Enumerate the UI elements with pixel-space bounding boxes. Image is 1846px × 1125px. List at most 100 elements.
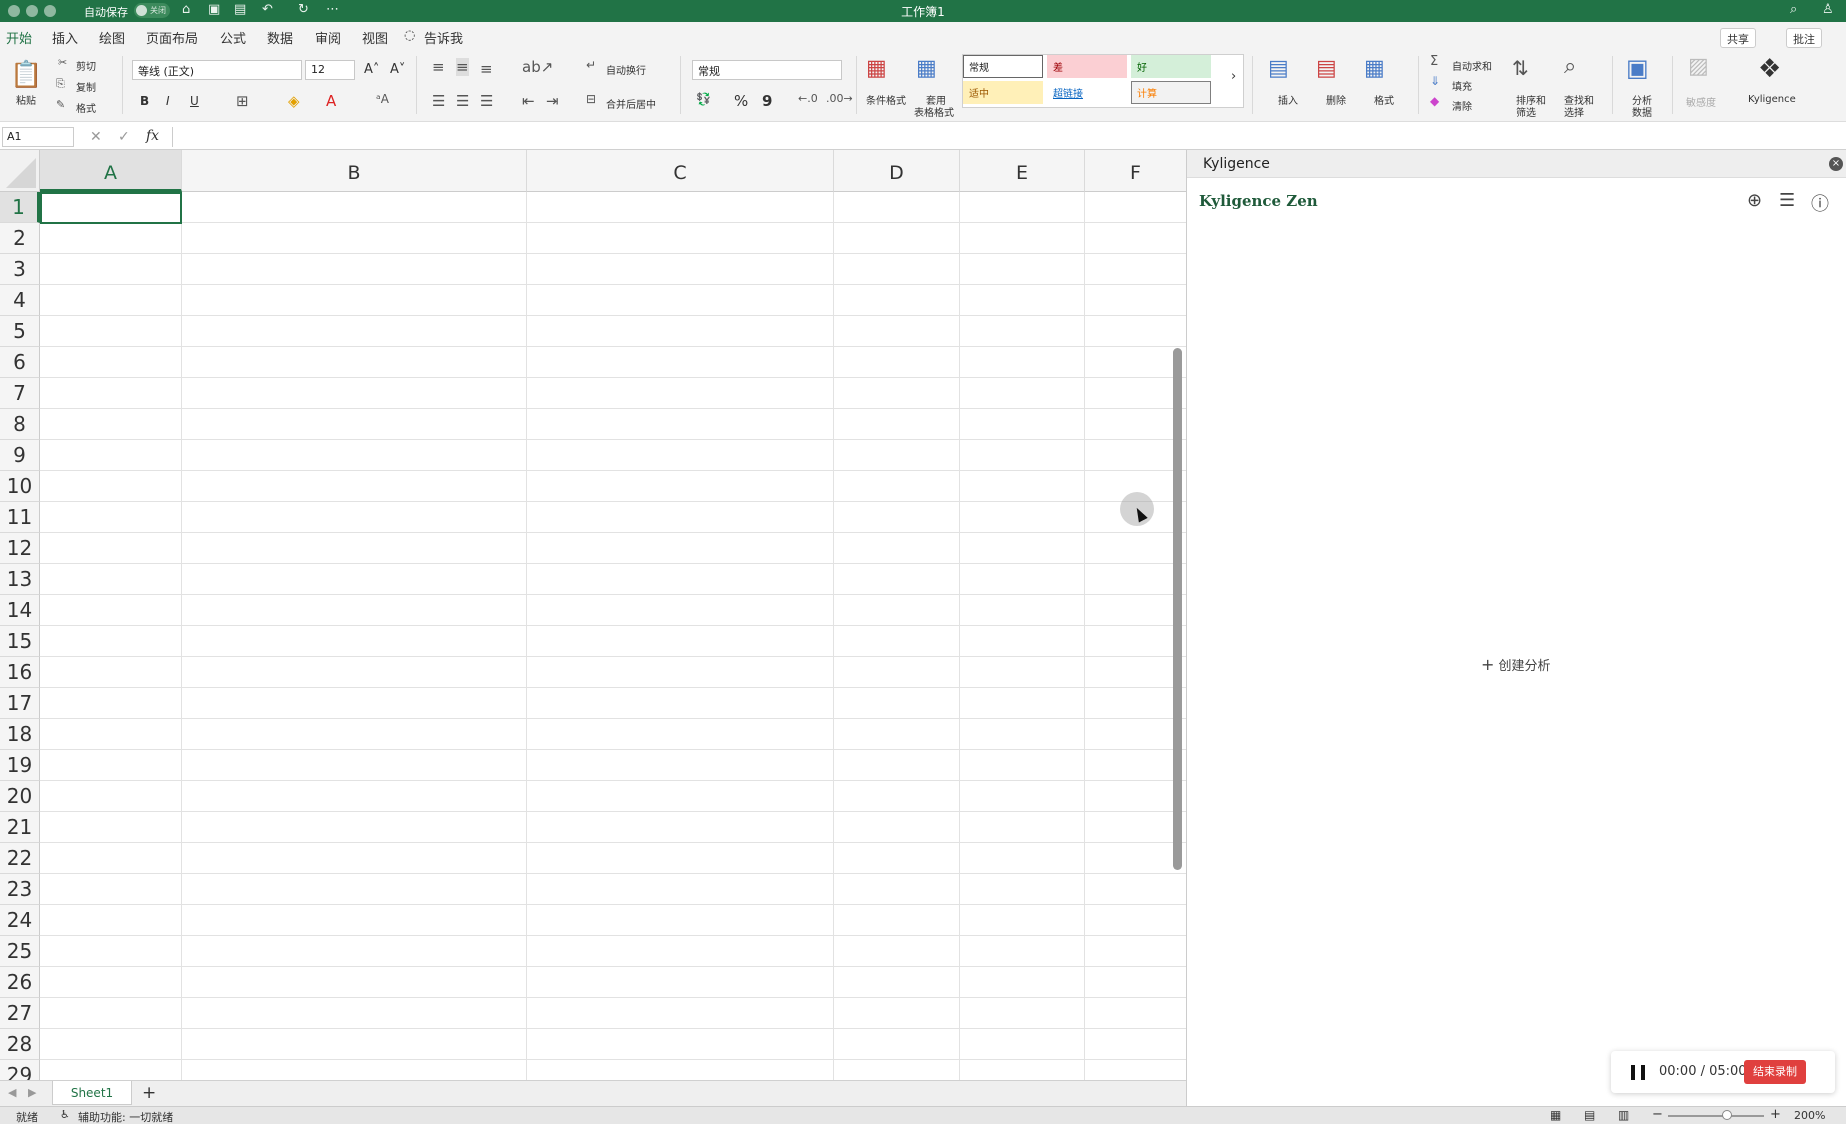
row-header-11[interactable]: 11 xyxy=(0,502,40,533)
autosum-button[interactable]: 自动求和 xyxy=(1452,58,1492,73)
page-layout-view-icon[interactable]: ▤ xyxy=(1584,1108,1595,1122)
prev-sheet-icon[interactable]: ◀ xyxy=(8,1086,16,1099)
tab-insert[interactable]: 插入 xyxy=(52,28,78,47)
settings-sliders-icon[interactable]: ☰ xyxy=(1779,190,1795,211)
gallery-more-icon[interactable]: › xyxy=(1231,69,1236,84)
account-icon[interactable]: ♙ xyxy=(1822,2,1834,17)
row-header-1[interactable]: 1 xyxy=(0,192,40,223)
sensitivity-button[interactable]: 敏感度 xyxy=(1686,94,1716,109)
row-header-12[interactable]: 12 xyxy=(0,533,40,564)
select-all-button[interactable] xyxy=(0,150,40,192)
find-select-button-line2[interactable]: 选择 xyxy=(1564,104,1584,119)
name-box[interactable]: A1 xyxy=(2,127,74,147)
row-header-22[interactable]: 22 xyxy=(0,843,40,874)
increase-indent-icon[interactable]: ⇥ xyxy=(546,92,559,110)
align-top-icon[interactable]: ≡ xyxy=(432,58,445,76)
zoom-out-icon[interactable]: − xyxy=(1652,1107,1663,1122)
row-header-6[interactable]: 6 xyxy=(0,347,40,378)
row-header-24[interactable]: 24 xyxy=(0,905,40,936)
percent-button[interactable]: % xyxy=(734,92,748,110)
row-header-9[interactable]: 9 xyxy=(0,440,40,471)
row-header-10[interactable]: 10 xyxy=(0,471,40,502)
fill-color-icon[interactable]: ◈ xyxy=(288,92,300,110)
tab-data[interactable]: 数据 xyxy=(267,28,293,47)
style-hyperlink[interactable]: 超链接 xyxy=(1047,81,1127,104)
comments-button[interactable]: 批注 xyxy=(1786,28,1822,48)
share-button[interactable]: 共享 xyxy=(1720,28,1756,48)
info-icon[interactable]: ⓘ xyxy=(1811,190,1829,216)
style-bad[interactable]: 差 xyxy=(1047,55,1127,78)
increase-font-icon[interactable]: A˄ xyxy=(364,62,379,77)
row-header-18[interactable]: 18 xyxy=(0,719,40,750)
merge-center-button[interactable]: 合并后居中 xyxy=(606,96,656,111)
next-sheet-icon[interactable]: ▶ xyxy=(28,1086,36,1099)
vertical-scrollbar[interactable] xyxy=(1173,348,1182,870)
row-header-5[interactable]: 5 xyxy=(0,316,40,347)
row-header-7[interactable]: 7 xyxy=(0,378,40,409)
underline-button[interactable]: U xyxy=(190,94,199,108)
tab-page-layout[interactable]: 页面布局 xyxy=(146,28,198,47)
fill-button[interactable]: 填充 xyxy=(1452,78,1472,93)
tell-me-search[interactable]: 告诉我 xyxy=(424,28,463,47)
align-center-icon[interactable]: ☰ xyxy=(456,92,469,110)
cut-button[interactable]: 剪切 xyxy=(76,58,96,73)
copy-button[interactable]: 复制 xyxy=(76,79,96,94)
insert-function-button[interactable]: fx xyxy=(146,128,159,144)
analyze-data-button-line2[interactable]: 数据 xyxy=(1632,104,1652,119)
decrease-indent-icon[interactable]: ⇤ xyxy=(522,92,535,110)
kyligence-ribbon-button[interactable]: Kyligence xyxy=(1748,94,1796,105)
row-header-15[interactable]: 15 xyxy=(0,626,40,657)
row-header-21[interactable]: 21 xyxy=(0,812,40,843)
row-header-26[interactable]: 26 xyxy=(0,967,40,998)
font-size-select[interactable]: 12 xyxy=(305,60,355,80)
column-header-f[interactable]: F xyxy=(1085,150,1186,192)
add-sheet-button[interactable]: + xyxy=(142,1083,156,1103)
page-break-view-icon[interactable]: ▥ xyxy=(1618,1108,1629,1122)
column-header-b[interactable]: B xyxy=(182,150,527,192)
row-header-20[interactable]: 20 xyxy=(0,781,40,812)
cancel-icon[interactable]: ✕ xyxy=(90,129,102,145)
phonetic-icon[interactable]: ᵃA xyxy=(376,92,389,106)
row-header-28[interactable]: 28 xyxy=(0,1029,40,1060)
search-icon[interactable]: ⌕ xyxy=(1790,2,1797,17)
accessibility-status[interactable]: 辅助功能: 一切就绪 xyxy=(78,1109,173,1125)
table-format-button-line2[interactable]: 表格格式 xyxy=(914,104,954,119)
tab-draw[interactable]: 绘图 xyxy=(99,28,125,47)
currency-icon[interactable]: 💱 xyxy=(696,92,711,106)
pause-icon[interactable] xyxy=(1631,1065,1645,1080)
bold-button[interactable]: B xyxy=(140,94,149,108)
decrease-decimal-icon[interactable]: .00→ xyxy=(826,92,853,105)
style-good[interactable]: 好 xyxy=(1131,55,1211,78)
tab-formulas[interactable]: 公式 xyxy=(220,28,246,47)
row-header-2[interactable]: 2 xyxy=(0,223,40,254)
style-neutral[interactable]: 适中 xyxy=(963,81,1043,104)
delete-cells-button[interactable]: 删除 xyxy=(1326,92,1346,107)
wrap-text-button[interactable]: 自动换行 xyxy=(606,62,646,77)
tab-view[interactable]: 视图 xyxy=(362,28,388,47)
row-header-17[interactable]: 17 xyxy=(0,688,40,719)
italic-button[interactable]: I xyxy=(166,94,170,108)
spreadsheet-grid[interactable]: ABCDEF 1 2 3 4 5 6 7 8 9 10 11 12 13 14 15 16 17 18 19 20 21… xyxy=(0,150,1186,1080)
number-format-select[interactable]: 常规 xyxy=(692,60,842,80)
zoom-slider[interactable] xyxy=(1668,1115,1764,1117)
row-header-14[interactable]: 14 xyxy=(0,595,40,626)
align-left-icon[interactable]: ☰ xyxy=(432,92,445,110)
font-name-select[interactable]: 等线 (正文) xyxy=(132,60,302,80)
zoom-in-icon[interactable]: + xyxy=(1770,1107,1781,1122)
paste-button[interactable]: 粘贴 xyxy=(16,92,36,107)
close-pane-button[interactable]: × xyxy=(1829,157,1843,171)
comma-button[interactable]: 9 xyxy=(762,92,772,110)
normal-view-icon[interactable]: ▦ xyxy=(1550,1108,1561,1122)
borders-icon[interactable]: ⊞ xyxy=(236,92,249,110)
stop-recording-button[interactable]: 结束录制 xyxy=(1744,1060,1806,1084)
confirm-icon[interactable]: ✓ xyxy=(118,129,130,145)
row-header-16[interactable]: 16 xyxy=(0,657,40,688)
format-painter-button[interactable]: 格式 xyxy=(76,100,96,115)
insert-cells-button[interactable]: 插入 xyxy=(1278,92,1298,107)
align-right-icon[interactable]: ☰ xyxy=(480,92,493,110)
row-header-8[interactable]: 8 xyxy=(0,409,40,440)
column-header-c[interactable]: C xyxy=(527,150,834,192)
zoom-slider-thumb[interactable] xyxy=(1722,1110,1732,1120)
row-header-29[interactable]: 29 xyxy=(0,1060,40,1080)
column-header-e[interactable]: E xyxy=(960,150,1085,192)
